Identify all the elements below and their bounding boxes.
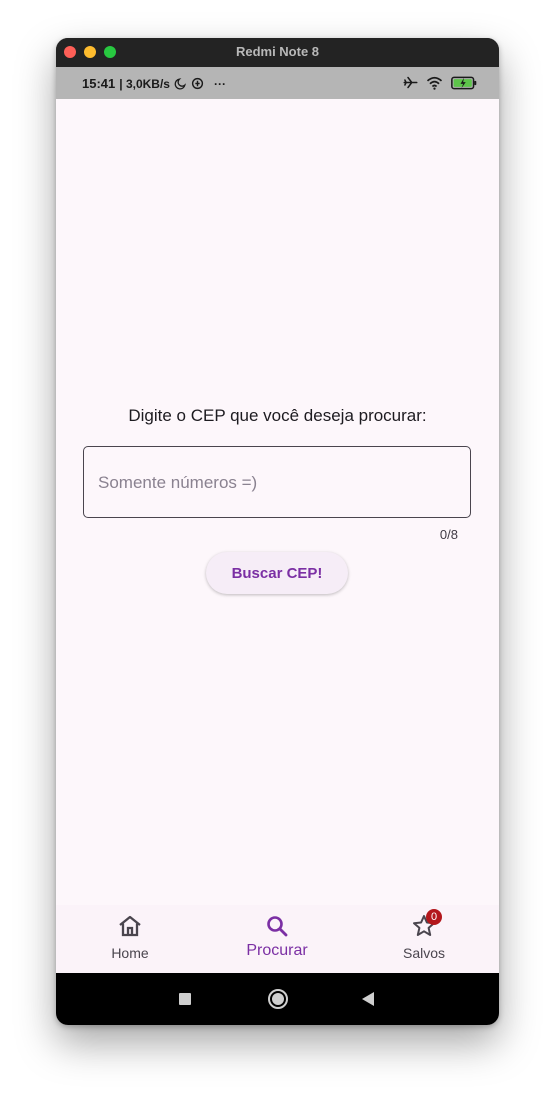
nav-item-home[interactable]: Home bbox=[80, 905, 180, 973]
search-icon bbox=[267, 916, 288, 937]
airplane-icon bbox=[403, 76, 418, 89]
home-button[interactable] bbox=[268, 989, 288, 1009]
saved-count-badge: 0 bbox=[426, 909, 442, 925]
status-network-speed: | 3,0KB/s bbox=[119, 76, 170, 91]
cep-input-container[interactable] bbox=[83, 446, 471, 519]
status-bar: 15:41 | 3,0KB/s ··· bbox=[56, 67, 499, 99]
nav-label-saved: Salvos bbox=[402, 945, 446, 961]
phone-screen: 15:41 | 3,0KB/s ··· Digite o CEP que voc… bbox=[56, 67, 499, 1025]
data-saver-icon bbox=[191, 77, 204, 90]
status-more: ··· bbox=[213, 76, 226, 91]
nav-label-search: Procurar bbox=[246, 942, 308, 959]
android-navigation-bar bbox=[56, 973, 499, 1025]
recents-button[interactable] bbox=[179, 993, 191, 1005]
home-icon bbox=[119, 915, 141, 937]
wifi-icon bbox=[426, 76, 443, 90]
cep-prompt: Digite o CEP que você deseja procurar: bbox=[128, 406, 427, 425]
nav-label-home: Home bbox=[111, 945, 149, 961]
window-titlebar: Redmi Note 8 bbox=[56, 38, 499, 67]
battery-charging-icon bbox=[451, 76, 477, 89]
nav-item-saved[interactable]: 0 Salvos bbox=[374, 905, 474, 973]
cep-input[interactable] bbox=[96, 447, 460, 519]
status-time: 15:41 bbox=[82, 76, 116, 91]
window-title: Redmi Note 8 bbox=[235, 44, 320, 59]
character-counter: 0/8 bbox=[439, 527, 458, 542]
bottom-navigation: Home Procurar 0 Salvos bbox=[56, 905, 499, 973]
moon-icon bbox=[174, 78, 186, 90]
emulator-window: Redmi Note 8 15:41 | 3,0KB/s ··· Digite … bbox=[56, 38, 499, 1025]
back-button[interactable] bbox=[362, 992, 374, 1006]
search-cep-button[interactable]: Buscar CEP! bbox=[206, 552, 348, 594]
nav-item-search[interactable]: Procurar bbox=[227, 905, 327, 973]
